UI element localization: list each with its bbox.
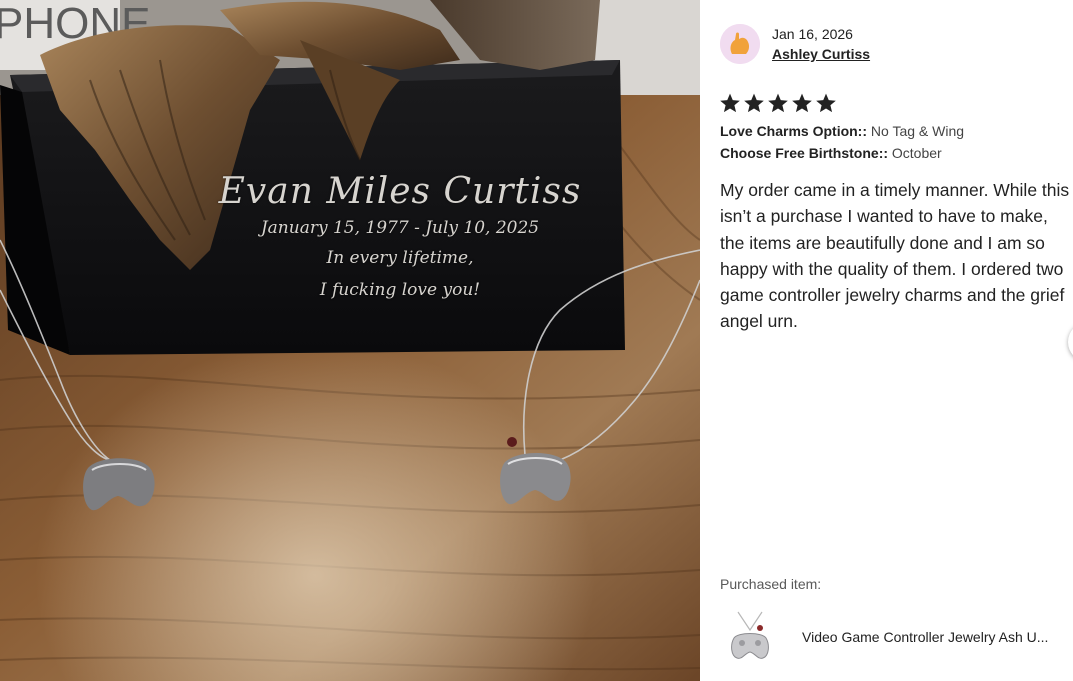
star-icon (720, 93, 740, 113)
controller-necklace-thumbnail-image (720, 608, 780, 668)
review-photo[interactable]: PHONE Evan Miles Curtiss January 15, 197… (0, 0, 700, 681)
star-icon (816, 93, 836, 113)
option-label: Choose Free Birthstone:: (720, 145, 889, 161)
star-icon (768, 93, 788, 113)
purchased-item-title[interactable]: Video Game Controller Jewelry Ash U... (802, 629, 1073, 645)
star-icon (792, 93, 812, 113)
engraved-line-2: I fucking love you! (319, 280, 481, 300)
engraved-name: Evan Miles Curtiss (218, 171, 582, 212)
purchased-item-label: Purchased item: (720, 576, 822, 592)
photo-scene: PHONE (0, 0, 700, 681)
variation-option-birthstone: Choose Free Birthstone:: October (720, 145, 942, 161)
purchased-item-link[interactable]: Video Game Controller Jewelry Ash U... (720, 608, 1073, 668)
engraved-line-1: In every lifetime, (326, 248, 474, 268)
urn-engraving: Evan Miles Curtiss January 15, 1977 - Ju… (200, 170, 600, 306)
option-label: Love Charms Option:: (720, 123, 868, 139)
option-value: No Tag & Wing (870, 123, 965, 139)
review-panel: Jan 16, 2026 Ashley Curtiss Love Charms … (700, 0, 1073, 681)
star-icon (744, 93, 764, 113)
engraved-dates: January 15, 1977 - July 10, 2025 (260, 218, 540, 238)
rating-stars (719, 92, 837, 114)
purchased-item-thumbnail (720, 608, 780, 668)
orange-hand-avatar-icon (720, 24, 760, 64)
reviewer-avatar[interactable] (720, 24, 760, 64)
reviewer-name-link[interactable]: Ashley Curtiss (772, 46, 870, 62)
review-page: PHONE Evan Miles Curtiss January 15, 197… (0, 0, 1073, 681)
review-text: My order came in a timely manner. While … (720, 180, 1070, 332)
option-value: October (891, 145, 942, 161)
review-date: Jan 16, 2026 (772, 26, 853, 42)
variation-option-love-charms: Love Charms Option:: No Tag & Wing (720, 123, 964, 139)
